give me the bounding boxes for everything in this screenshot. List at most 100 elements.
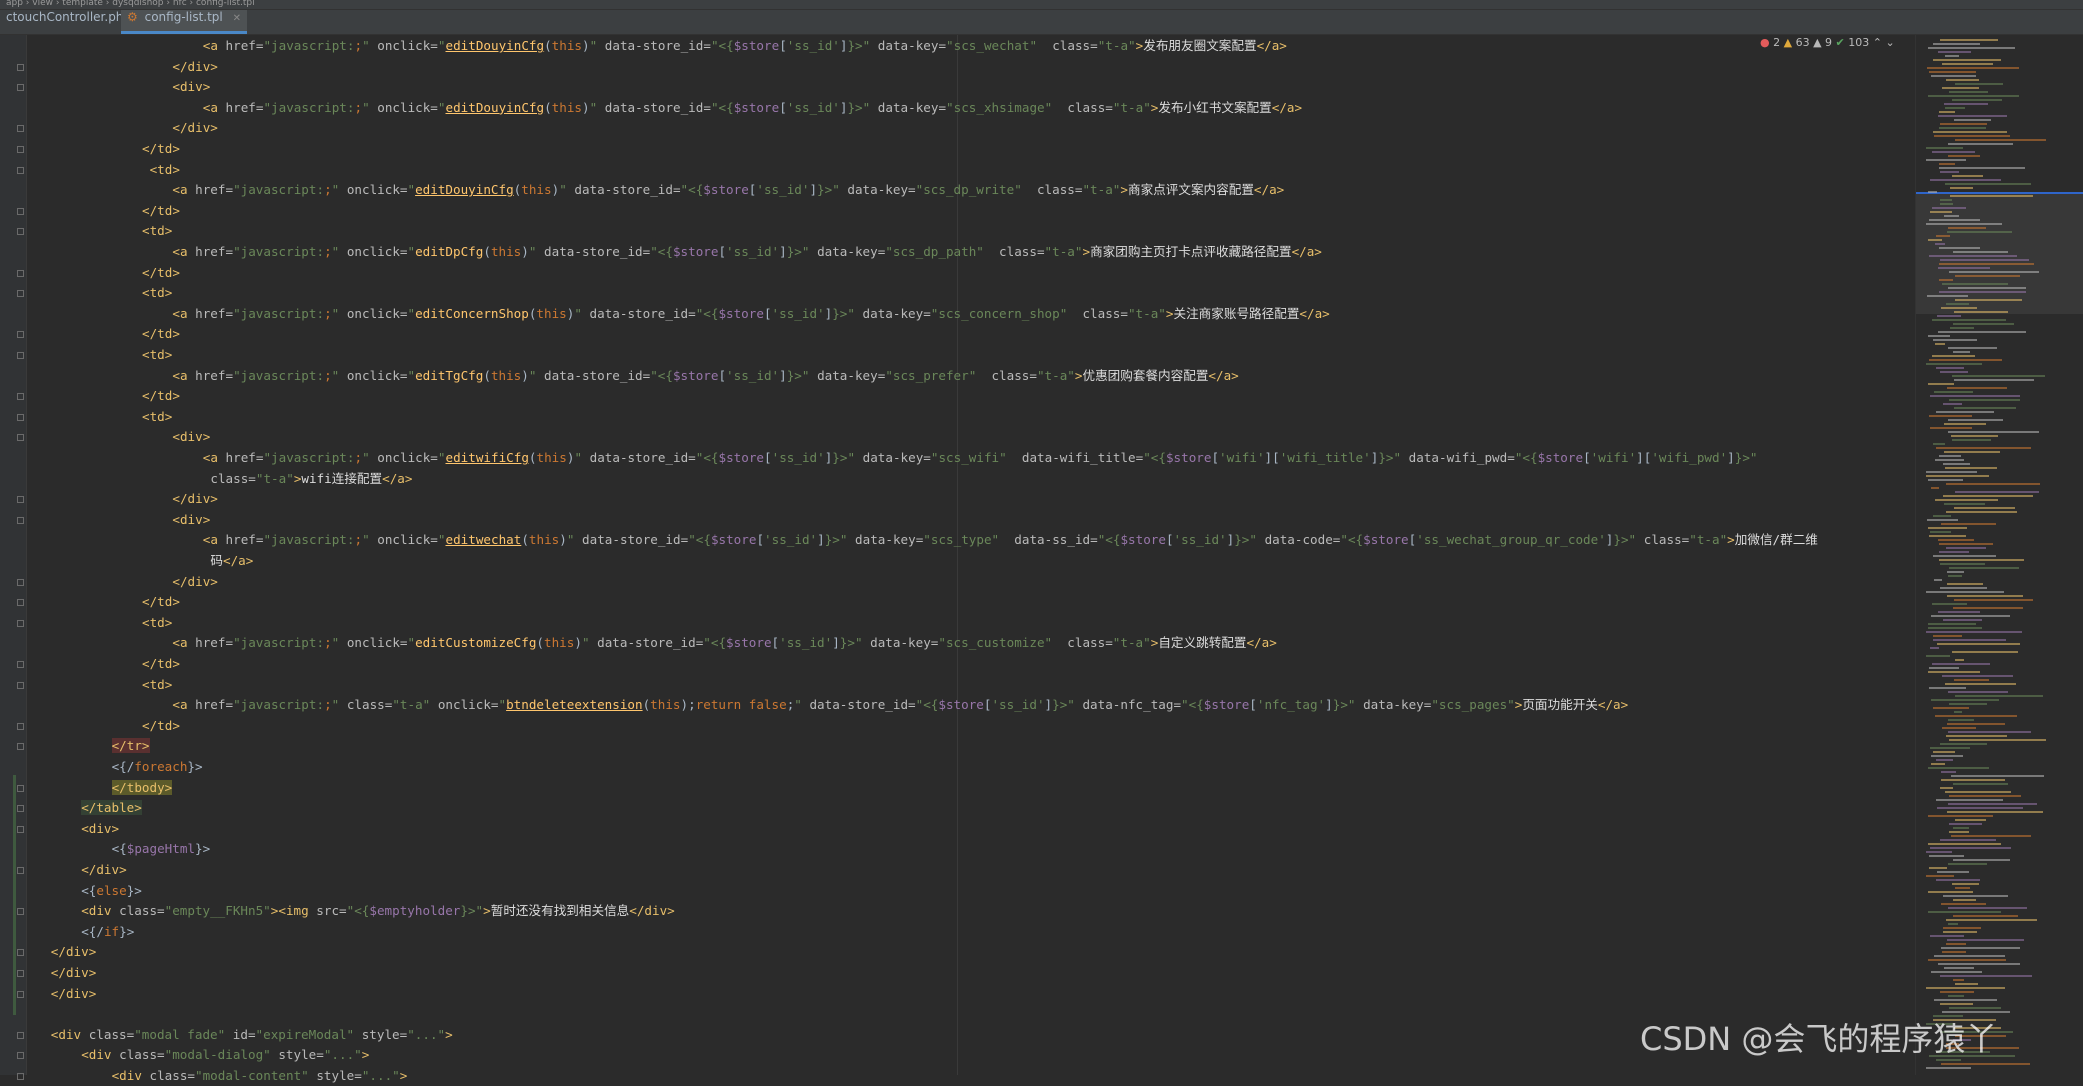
code-line[interactable]: </td>	[142, 324, 180, 344]
fold-marker-icon[interactable]	[17, 207, 24, 215]
code-line[interactable]: <div>	[172, 77, 210, 97]
code-line[interactable]: <a href="javascript:;" class="t-a" oncli…	[172, 695, 1628, 715]
chevron-down-icon[interactable]: ⌄	[1885, 36, 1894, 49]
code-line[interactable]: <div class="modal-content" style="...">	[112, 1066, 408, 1086]
code-line[interactable]: <{/foreach}>	[112, 757, 203, 777]
fold-marker-icon[interactable]	[17, 63, 24, 71]
fold-marker-icon[interactable]	[17, 970, 24, 977]
code-editor[interactable]: <a href="javascript:;" onclick="editDouy…	[0, 35, 1915, 1083]
code-line[interactable]: <a href="javascript:;" onclick="editDouy…	[203, 98, 1302, 118]
code-line[interactable]: <div>	[172, 427, 210, 447]
fold-marker-icon[interactable]	[17, 990, 24, 998]
fold-marker-icon[interactable]	[17, 331, 24, 339]
fold-marker-icon[interactable]	[17, 867, 24, 874]
code-line[interactable]: 码</a>	[210, 551, 253, 571]
fold-marker-icon[interactable]	[17, 166, 24, 174]
chevron-up-icon[interactable]: ⌃	[1873, 36, 1882, 49]
fold-marker-icon[interactable]	[17, 393, 24, 401]
code-line[interactable]: <td>	[142, 613, 172, 633]
code-line[interactable]: </div>	[172, 489, 218, 509]
code-line[interactable]: <a href="javascript:;" onclick="editTgCf…	[172, 366, 1238, 386]
code-line[interactable]: <a href="javascript:;" onclick="editDouy…	[172, 180, 1284, 200]
code-line[interactable]: <td>	[142, 407, 172, 427]
fold-marker-icon[interactable]	[17, 599, 24, 607]
code-line[interactable]: <a href="javascript:;" onclick="editwech…	[203, 530, 1818, 550]
code-line[interactable]: </div>	[172, 118, 218, 138]
code-line[interactable]: <td>	[142, 283, 172, 303]
code-token: (	[544, 38, 552, 53]
fold-marker-icon[interactable]	[17, 434, 24, 442]
change-marker[interactable]	[13, 775, 16, 1015]
minimap-line	[1952, 883, 1979, 885]
code-line[interactable]: <div class="modal-dialog" style="...">	[81, 1045, 369, 1065]
editor-gutter[interactable]	[0, 35, 27, 1080]
fold-marker-icon[interactable]	[17, 269, 24, 277]
fold-marker-icon[interactable]	[17, 352, 24, 359]
code-line[interactable]: <a href="javascript:;" onclick="editConc…	[172, 304, 1329, 324]
fold-marker-icon[interactable]	[17, 681, 24, 689]
code-minimap[interactable]	[1915, 35, 2083, 1075]
fold-marker-icon[interactable]	[17, 516, 24, 524]
code-line[interactable]: <td>	[142, 675, 172, 695]
fold-marker-icon[interactable]	[17, 805, 24, 813]
code-line[interactable]: </td>	[142, 716, 180, 736]
code-line[interactable]: </tr>	[111, 736, 150, 756]
code-line[interactable]: <a href="javascript:;" onclick="editDouy…	[203, 36, 1287, 56]
fold-marker-icon[interactable]	[17, 722, 24, 730]
fold-marker-icon[interactable]	[17, 784, 24, 792]
fold-marker-icon[interactable]	[17, 228, 24, 236]
code-line[interactable]: </div>	[51, 984, 97, 1004]
fold-marker-icon[interactable]	[17, 908, 24, 916]
tab-config-list[interactable]: ⚙ config-list.tpl ✕	[121, 10, 247, 34]
fold-marker-icon[interactable]	[17, 949, 24, 957]
code-line[interactable]: </td>	[142, 654, 180, 674]
code-line[interactable]: class="t-a">wifi连接配置</a>	[210, 469, 412, 489]
code-line[interactable]: <td>	[142, 221, 172, 241]
code-line[interactable]: <{/if}>	[81, 922, 134, 942]
code-line[interactable]: <div>	[81, 819, 119, 839]
code-line[interactable]: <div class="modal fade" id="expireModal"…	[51, 1025, 453, 1045]
code-token: "<{	[703, 635, 727, 651]
code-line[interactable]: <{else}>	[81, 881, 142, 901]
inspection-widget[interactable]: ● 2 ▲ 63 ▲ 9 ✔ 103 ⌃ ⌄	[1760, 36, 1895, 49]
fold-marker-icon[interactable]	[17, 1052, 24, 1060]
code-line[interactable]: </div>	[51, 963, 97, 983]
fold-marker-icon[interactable]	[17, 496, 24, 504]
code-line[interactable]: </td>	[142, 592, 180, 612]
fold-marker-icon[interactable]	[17, 413, 24, 421]
code-line[interactable]: </td>	[142, 139, 180, 159]
fold-marker-icon[interactable]	[17, 84, 24, 92]
fold-marker-icon[interactable]	[17, 290, 24, 298]
code-line[interactable]: <a href="javascript:;" onclick="editwifi…	[203, 448, 1758, 468]
code-line[interactable]: <a href="javascript:;" onclick="editCust…	[172, 633, 1276, 653]
fold-marker-icon[interactable]	[17, 125, 24, 133]
close-tab-icon[interactable]: ✕	[233, 13, 241, 24]
code-line[interactable]: </div>	[51, 942, 97, 962]
tab-ctouchcontroller[interactable]: ctouchController.php	[0, 10, 137, 34]
code-line[interactable]: <div>	[172, 510, 210, 530]
code-line[interactable]: <{$pageHtml}>	[112, 839, 211, 859]
code-line[interactable]: </td>	[142, 263, 180, 283]
code-token: "<{	[1143, 450, 1166, 465]
fold-marker-icon[interactable]	[17, 1073, 24, 1080]
breadcrumb[interactable]: app › view › template › dysqdishop › nfc…	[6, 0, 255, 8]
fold-marker-icon[interactable]	[17, 619, 24, 627]
code-line[interactable]: </td>	[142, 386, 180, 406]
fold-marker-icon[interactable]	[17, 146, 24, 153]
code-line[interactable]: <td>	[142, 345, 172, 365]
fold-marker-icon[interactable]	[17, 1031, 24, 1039]
code-line[interactable]: </div>	[172, 57, 218, 77]
code-token: </div>	[50, 965, 97, 980]
fold-marker-icon[interactable]	[17, 661, 24, 668]
code-line[interactable]: </td>	[142, 201, 180, 221]
code-line[interactable]: </table>	[81, 798, 142, 818]
code-line[interactable]: </div>	[81, 860, 127, 880]
fold-marker-icon[interactable]	[17, 578, 24, 586]
code-line[interactable]: <div class="empty__FKHn5" > <img src="<{$e…	[81, 901, 675, 921]
fold-marker-icon[interactable]	[17, 825, 24, 833]
code-line[interactable]: </tbody>	[111, 778, 173, 798]
code-line[interactable]: </div>	[172, 572, 218, 592]
code-line[interactable]: <a href="javascript:;" onclick="editDpCf…	[172, 242, 1322, 262]
code-line[interactable]: <td>	[150, 160, 180, 180]
fold-marker-icon[interactable]	[17, 743, 24, 751]
